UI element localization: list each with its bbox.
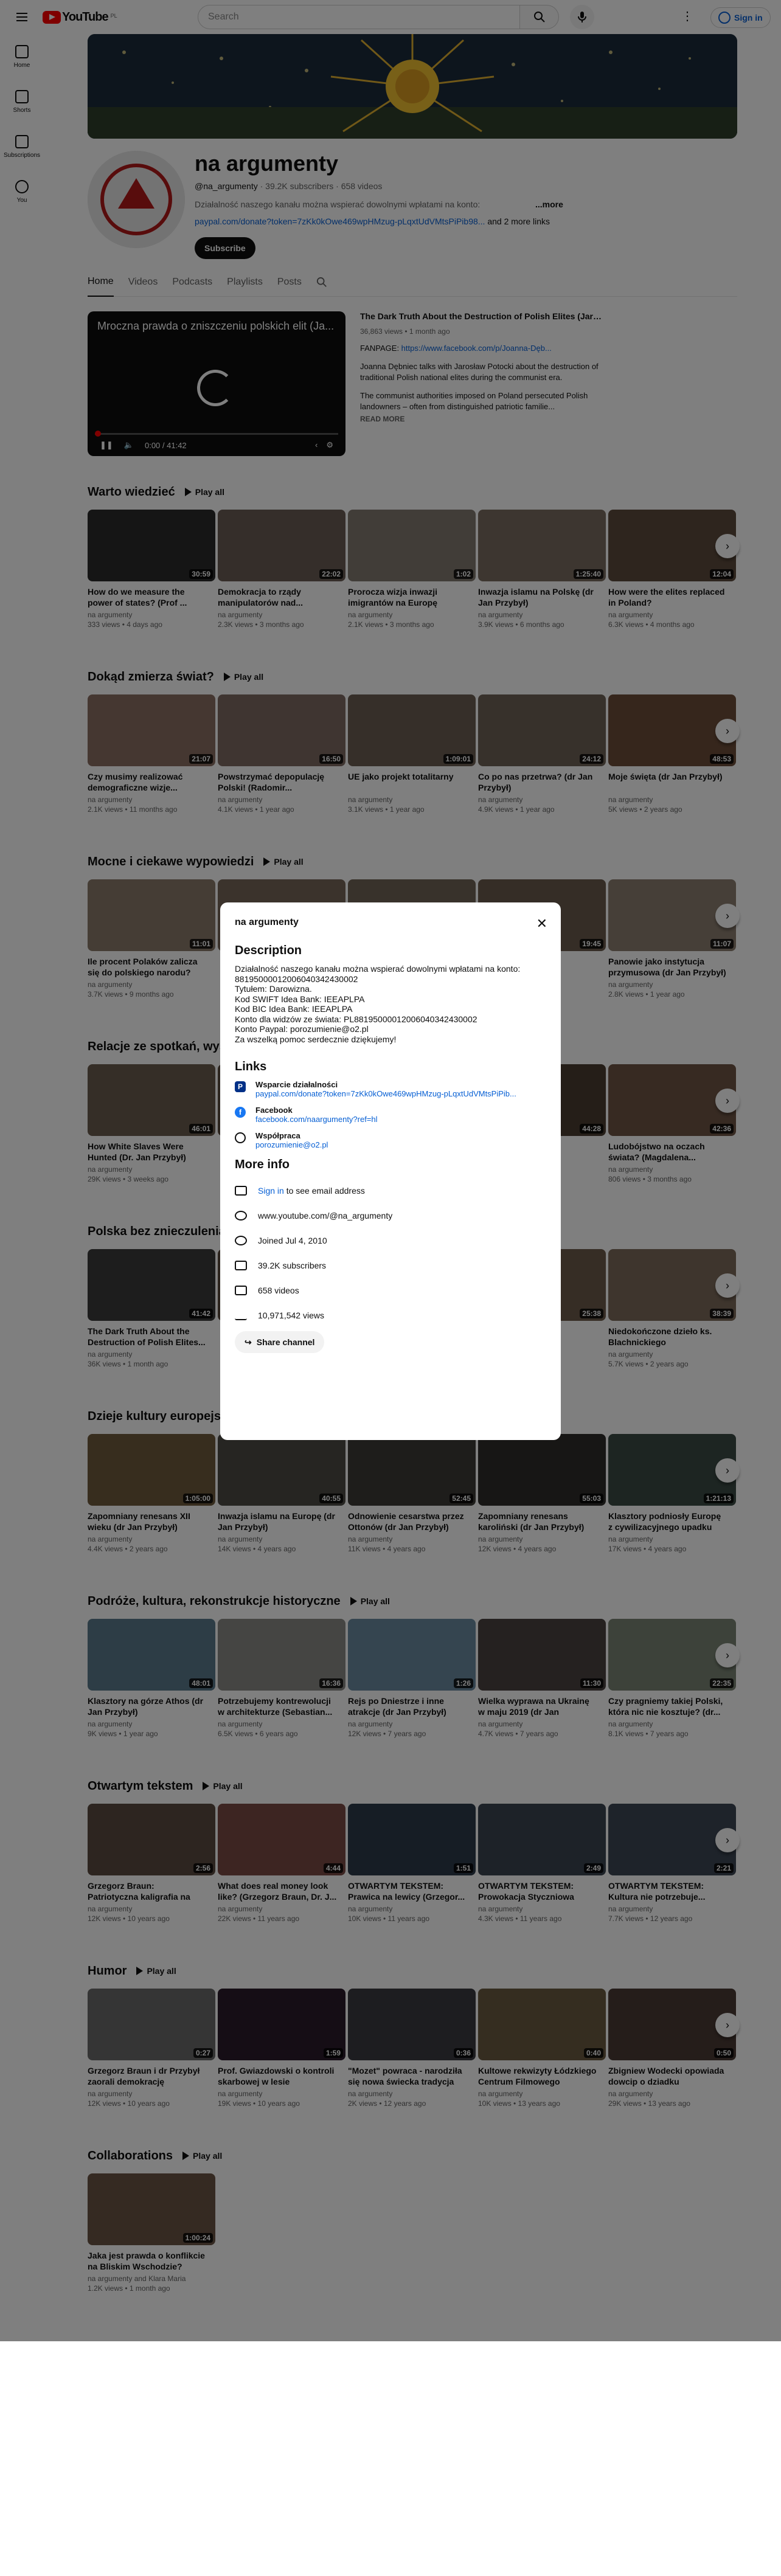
- about-description: Działalność naszego kanału można wspiera…: [235, 964, 521, 1044]
- paypal-icon: P: [235, 1081, 246, 1092]
- info-videos: 658 videos: [235, 1278, 546, 1303]
- video-icon: [235, 1285, 247, 1295]
- sign-in-link[interactable]: Sign in: [258, 1186, 284, 1196]
- email-hint: to see email address: [283, 1185, 365, 1196]
- dialog-title: na argumenty: [235, 917, 299, 927]
- link-name: Współpraca: [255, 1131, 300, 1140]
- description-heading: Description: [235, 944, 302, 957]
- about-link-support[interactable]: P Wsparcie działalności paypal.com/donate…: [235, 1080, 546, 1098]
- info-icon: [235, 1235, 247, 1245]
- link-url[interactable]: paypal.com/donate?token=7zKk0kOwe469wpHM…: [255, 1089, 541, 1098]
- link-name: Wsparcie działalności: [255, 1080, 338, 1089]
- channel-url[interactable]: www.youtube.com/@na_argumenty: [258, 1211, 392, 1220]
- close-icon[interactable]: ✕: [536, 916, 547, 932]
- about-link-cooperation[interactable]: Współpraca porozumienie@o2.pl: [235, 1131, 546, 1149]
- info-views: 10,971,542 views: [235, 1303, 546, 1328]
- globe-icon: [235, 1132, 246, 1143]
- about-dialog: na argumenty ✕ Description Działalność n…: [220, 902, 561, 1440]
- info-url: www.youtube.com/@na_argumenty: [235, 1203, 546, 1228]
- joined-date: Joined Jul 4, 2010: [258, 1235, 327, 1245]
- info-subscribers: 39.2K subscribers: [235, 1253, 546, 1278]
- share-label: Share channel: [256, 1337, 315, 1347]
- more-info-heading: More info: [235, 1158, 290, 1171]
- facebook-icon: f: [235, 1107, 246, 1118]
- about-link-facebook[interactable]: f Facebook facebook.com/naargumenty?ref=h…: [235, 1106, 546, 1124]
- link-url[interactable]: porozumienie@o2.pl: [255, 1140, 541, 1149]
- person-icon: [235, 1260, 247, 1270]
- trending-icon: [235, 1311, 247, 1320]
- link-name: Facebook: [255, 1106, 293, 1115]
- info-joined: Joined Jul 4, 2010: [235, 1228, 546, 1253]
- mail-icon: [235, 1185, 247, 1196]
- view-count: 10,971,542 views: [258, 1310, 324, 1320]
- links-heading: Links: [235, 1060, 267, 1073]
- share-channel-button[interactable]: ↪ Share channel: [235, 1331, 325, 1353]
- video-count: 658 videos: [258, 1285, 299, 1295]
- subscriber-count: 39.2K subscribers: [258, 1260, 327, 1270]
- link-url[interactable]: facebook.com/naargumenty?ref=hl: [255, 1115, 541, 1124]
- share-icon: ↪: [245, 1337, 252, 1347]
- info-email: Sign in to see email address: [235, 1178, 546, 1203]
- globe-icon: [235, 1210, 247, 1220]
